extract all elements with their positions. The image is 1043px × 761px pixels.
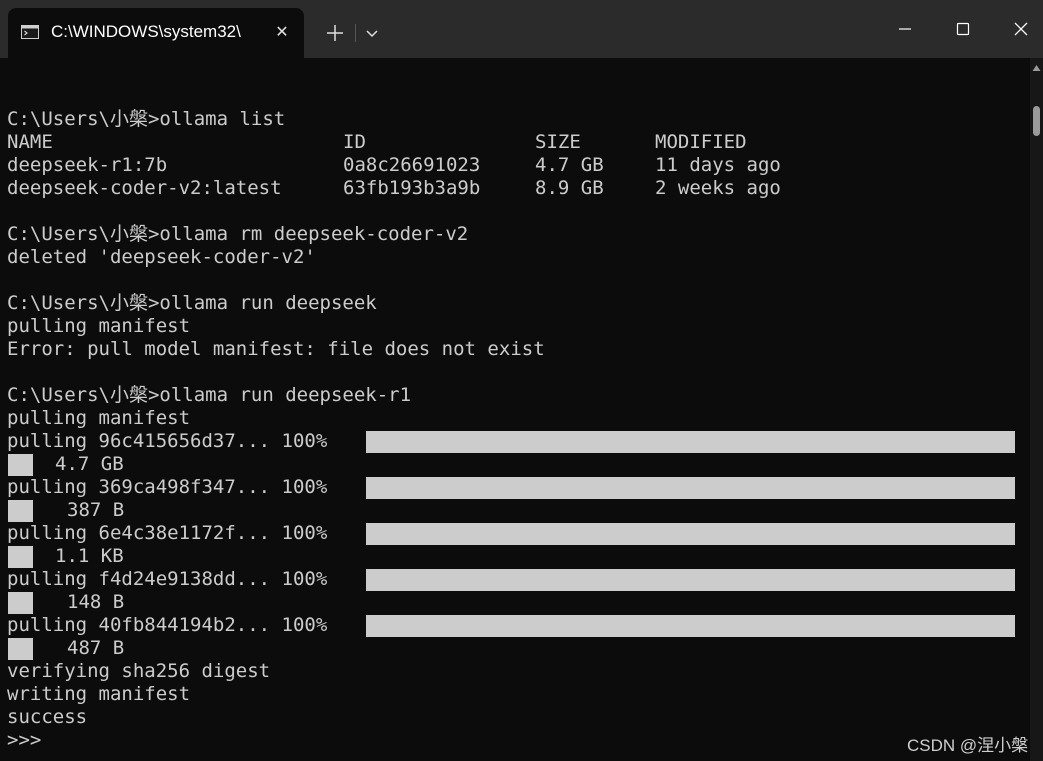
output-line: writing manifest <box>7 683 191 705</box>
pull-size: 148 B <box>67 591 125 613</box>
pull-size: 487 B <box>67 637 125 659</box>
vertical-scrollbar[interactable] <box>1030 58 1043 761</box>
progress-bar <box>366 569 1015 591</box>
column-header-size: SIZE <box>535 131 581 153</box>
terminal-output[interactable]: C:\Users\小槃>ollama list NAME ID SIZE MOD… <box>0 58 1030 761</box>
progress-bar <box>366 615 1015 637</box>
new-tab-button[interactable] <box>322 20 348 46</box>
column-header-id: ID <box>343 131 366 153</box>
progress-bar <box>366 477 1015 499</box>
progress-bar-tail <box>8 546 33 568</box>
pull-size: 4.7 GB <box>55 453 124 475</box>
tab-separator <box>355 24 356 42</box>
model-name: deepseek-r1:7b <box>7 154 168 176</box>
model-id: 0a8c26691023 <box>343 154 481 176</box>
progress-bar <box>366 431 1015 453</box>
list-row: deepseek-r1:7b 0a8c26691023 4.7 GB 11 da… <box>7 154 1007 177</box>
column-header-name: NAME <box>7 131 53 153</box>
model-size: 4.7 GB <box>535 154 604 176</box>
progress-bar-tail <box>8 500 33 522</box>
command-line: C:\Users\小槃>ollama run deepseek-r1 <box>7 384 412 406</box>
output-line: success <box>7 706 88 728</box>
progress-bar-tail <box>8 592 33 614</box>
watermark: CSDN @涅小槃 <box>907 736 1029 755</box>
output-line: deleted 'deepseek-coder-v2' <box>7 246 316 268</box>
command-line: C:\Users\小槃>ollama run deepseek <box>7 292 377 314</box>
pull-line: pulling 40fb844194b2... 100% <box>7 614 328 636</box>
scroll-up-arrow-icon[interactable] <box>1032 64 1041 72</box>
pull-size: 1.1 KB <box>55 545 124 567</box>
tab-title: C:\WINDOWS\system32\ <box>51 22 241 41</box>
terminal-icon <box>21 25 39 39</box>
maximize-button[interactable] <box>948 14 978 44</box>
chevron-down-icon[interactable] <box>361 22 383 44</box>
model-modified: 2 weeks ago <box>655 177 781 199</box>
pull-line: pulling 369ca498f347... 100% <box>7 476 328 498</box>
model-name: deepseek-coder-v2:latest <box>7 177 282 199</box>
model-modified: 11 days ago <box>655 154 781 176</box>
model-size: 8.9 GB <box>535 177 604 199</box>
column-header-modified: MODIFIED <box>655 131 747 153</box>
output-line: pulling manifest <box>7 315 191 337</box>
progress-bar <box>366 523 1015 545</box>
pull-size: 387 B <box>67 499 125 521</box>
pull-line: pulling f4d24e9138dd... 100% <box>7 568 328 590</box>
pull-line: pulling 6e4c38e1172f... 100% <box>7 522 328 544</box>
title-bar: C:\WINDOWS\system32\ ✕ <box>0 0 1043 58</box>
repl-prompt[interactable]: >>> <box>7 729 41 752</box>
command-line: C:\Users\小槃>ollama list <box>7 108 286 130</box>
list-header-row: NAME ID SIZE MODIFIED <box>7 131 1007 154</box>
progress-bar-tail <box>8 638 33 660</box>
minimize-button[interactable] <box>890 14 920 44</box>
error-line: Error: pull model manifest: file does no… <box>7 338 545 360</box>
progress-bar-tail <box>8 454 33 476</box>
model-id: 63fb193b3a9b <box>343 177 481 199</box>
close-tab-button[interactable]: ✕ <box>272 22 292 42</box>
pull-line: pulling 96c415656d37... 100% <box>7 430 328 452</box>
command-line: C:\Users\小槃>ollama rm deepseek-coder-v2 <box>7 223 469 245</box>
output-line: verifying sha256 digest <box>7 660 271 682</box>
scrollbar-thumb[interactable] <box>1033 106 1040 136</box>
output-line: pulling manifest <box>7 407 191 429</box>
tab-active[interactable]: C:\WINDOWS\system32\ ✕ <box>8 8 304 58</box>
list-row: deepseek-coder-v2:latest 63fb193b3a9b 8.… <box>7 177 1007 200</box>
close-window-button[interactable] <box>1006 14 1036 44</box>
